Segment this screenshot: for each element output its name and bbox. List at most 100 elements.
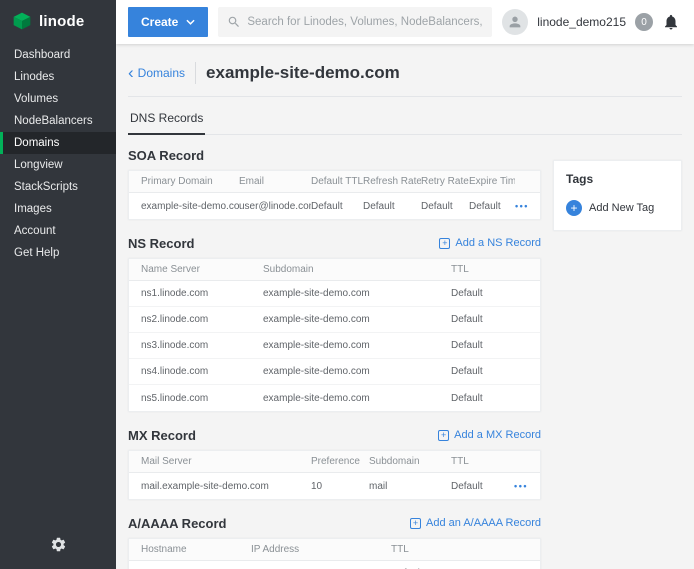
page-title: example-site-demo.com (206, 63, 400, 83)
table-row: 45.79.13.74 Default ••• (129, 561, 540, 569)
column-header: Preference (311, 456, 369, 467)
soa-record-section: SOA Record Primary Domain Email Default … (128, 147, 541, 220)
a-record-section: A/AAAA Record + Add an A/AAAA Record Hos… (128, 515, 541, 569)
tab-bar: DNS Records (128, 97, 682, 135)
soa-email: user@linode.com (239, 201, 311, 212)
tab-dns-records[interactable]: DNS Records (128, 105, 205, 135)
mx-mail-server: mail.example-site-demo.com (141, 481, 311, 492)
plus-square-icon: + (410, 518, 421, 529)
soa-table-header: Primary Domain Email Default TTL Refresh… (129, 171, 540, 193)
soa-default-ttl: Default (311, 201, 363, 212)
add-new-tag-button[interactable]: + Add New Tag (566, 200, 669, 216)
soa-table: Primary Domain Email Default TTL Refresh… (128, 170, 541, 220)
add-mx-record-label: Add a MX Record (454, 429, 541, 441)
row-actions-button[interactable]: ••• (514, 481, 528, 491)
column-header: Email (239, 176, 311, 187)
mx-table: Mail Server Preference Subdomain TTL mai… (128, 450, 541, 500)
sidebar-item-images[interactable]: Images (0, 198, 116, 220)
row-actions-button[interactable]: ••• (515, 201, 529, 211)
settings-gear-icon[interactable] (0, 524, 116, 569)
ns-name-server: ns1.linode.com (141, 288, 263, 299)
add-new-tag-label: Add New Tag (589, 202, 654, 214)
mx-subdomain: mail (369, 481, 451, 492)
ns-record-section: NS Record + Add a NS Record Name Server … (128, 235, 541, 412)
column-header: Subdomain (369, 456, 451, 467)
table-row: ns5.linode.com example-site-demo.com Def… (129, 385, 540, 411)
table-row: ns4.linode.com example-site-demo.com Def… (129, 359, 540, 385)
soa-refresh-rate: Default (363, 201, 421, 212)
column-header: Hostname (141, 544, 251, 555)
topbar: Create linode_demo215 0 (116, 0, 694, 44)
column-header: Primary Domain (141, 176, 239, 187)
create-button-label: Create (141, 15, 178, 29)
notification-count-badge: 0 (635, 13, 653, 31)
plus-circle-icon: + (566, 200, 582, 216)
tags-panel-title: Tags (566, 172, 669, 186)
sidebar-item-account[interactable]: Account (0, 220, 116, 242)
ns-name-server: ns2.linode.com (141, 314, 263, 325)
plus-square-icon: + (439, 238, 450, 249)
column-header: TTL (451, 264, 528, 275)
plus-square-icon: + (438, 430, 449, 441)
person-icon (507, 14, 523, 30)
linode-logo[interactable]: linode (0, 0, 116, 44)
sidebar-item-linodes[interactable]: Linodes (0, 66, 116, 88)
column-header: Expire Time (469, 176, 515, 187)
sidebar-item-get-help[interactable]: Get Help (0, 242, 116, 264)
sidebar-item-nodebalancers[interactable]: NodeBalancers (0, 110, 116, 132)
logo-text: linode (39, 13, 84, 30)
ns-subdomain: example-site-demo.com (263, 366, 451, 377)
chevron-left-icon: ‹ (128, 64, 134, 81)
search-bar[interactable] (218, 7, 492, 37)
add-a-record-link[interactable]: + Add an A/AAAA Record (410, 517, 541, 529)
ns-table-header: Name Server Subdomain TTL (129, 259, 540, 281)
ns-subdomain: example-site-demo.com (263, 340, 451, 351)
sidebar: linode Dashboard Linodes Volumes NodeBal… (0, 0, 116, 569)
add-ns-record-link[interactable]: + Add a NS Record (439, 237, 541, 249)
add-mx-record-link[interactable]: + Add a MX Record (438, 429, 541, 441)
breadcrumb-back-label: Domains (138, 66, 185, 80)
table-row: mail.example-site-demo.com 10 mail Defau… (129, 473, 540, 499)
ns-subdomain: example-site-demo.com (263, 393, 451, 404)
main-content: ‹ Domains example-site-demo.com DNS Reco… (116, 44, 694, 569)
tags-panel: Tags + Add New Tag (553, 160, 682, 231)
column-header: IP Address (251, 544, 391, 555)
table-row: ns2.linode.com example-site-demo.com Def… (129, 307, 540, 333)
sidebar-item-longview[interactable]: Longview (0, 154, 116, 176)
column-header: TTL (391, 544, 503, 555)
create-button[interactable]: Create (128, 7, 208, 37)
username-button[interactable]: linode_demo215 (537, 15, 626, 29)
ns-section-title: NS Record (128, 236, 194, 251)
breadcrumb: ‹ Domains example-site-demo.com (128, 54, 682, 97)
notifications-bell-icon[interactable] (662, 13, 680, 31)
sidebar-item-domains[interactable]: Domains (0, 132, 116, 154)
search-input[interactable] (247, 16, 483, 28)
sidebar-item-stackscripts[interactable]: StackScripts (0, 176, 116, 198)
ns-ttl: Default (451, 366, 528, 377)
ns-ttl: Default (451, 393, 528, 404)
soa-primary-domain: example-site-demo.com (141, 201, 239, 212)
ns-subdomain: example-site-demo.com (263, 288, 451, 299)
chevron-down-icon (186, 19, 195, 25)
sidebar-item-dashboard[interactable]: Dashboard (0, 44, 116, 66)
sidebar-item-volumes[interactable]: Volumes (0, 88, 116, 110)
soa-section-title: SOA Record (128, 148, 204, 163)
column-header: Mail Server (141, 456, 311, 467)
breadcrumb-divider (195, 62, 196, 84)
user-cluster: linode_demo215 0 (502, 9, 680, 35)
table-row: ns3.linode.com example-site-demo.com Def… (129, 333, 540, 359)
column-header: Name Server (141, 264, 263, 275)
mx-section-title: MX Record (128, 428, 196, 443)
mx-ttl: Default (451, 481, 503, 492)
user-avatar[interactable] (502, 9, 528, 35)
breadcrumb-back-link[interactable]: ‹ Domains (128, 66, 185, 81)
ns-name-server: ns5.linode.com (141, 393, 263, 404)
soa-retry-rate: Default (421, 201, 469, 212)
column-header: Subdomain (263, 264, 451, 275)
mx-record-section: MX Record + Add a MX Record Mail Server … (128, 427, 541, 500)
soa-expire-time: Default (469, 201, 515, 212)
mx-table-header: Mail Server Preference Subdomain TTL (129, 451, 540, 473)
linode-cube-icon (12, 11, 32, 31)
ns-table: Name Server Subdomain TTL ns1.linode.com… (128, 258, 541, 412)
ns-ttl: Default (451, 288, 528, 299)
